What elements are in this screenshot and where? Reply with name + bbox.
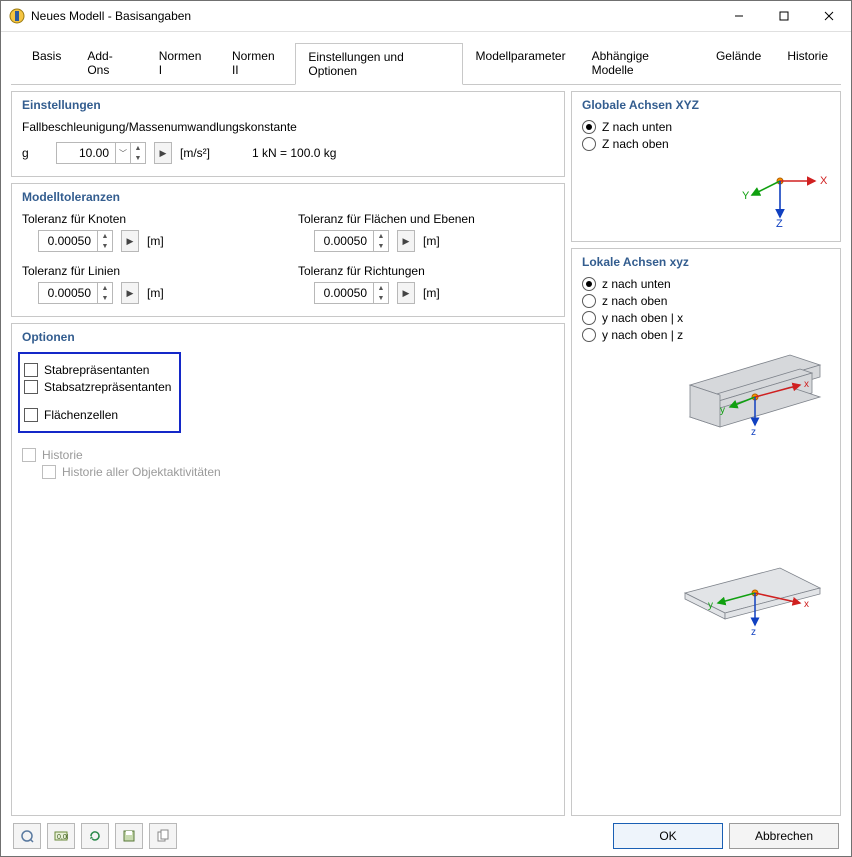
tab-add-ons[interactable]: Add-Ons: [74, 42, 145, 84]
tab-strip: BasisAdd-OnsNormen INormen IIEinstellung…: [1, 32, 851, 84]
ok-button[interactable]: OK: [613, 823, 723, 849]
checkbox-historie: Historie: [22, 448, 554, 462]
step-right-button[interactable]: ▶: [121, 282, 139, 304]
spin-down-icon[interactable]: ▼: [374, 293, 388, 303]
svg-text:Z: Z: [776, 218, 783, 229]
g-value-input[interactable]: 10.00 ﹀ ▲ ▼: [56, 142, 146, 164]
tolerance-linien: Toleranz für Linien0.00050▲▼▶[m]: [22, 264, 278, 304]
tolerance-linien-input[interactable]: 0.00050▲▼: [38, 282, 113, 304]
chevron-down-icon[interactable]: ﹀: [115, 143, 130, 163]
group-local-axes: Lokale Achsen xyz z nach unten z nach obe…: [571, 248, 841, 816]
local-axes-beam-diagram: x y z: [582, 345, 830, 435]
titlebar: Neues Modell - Basisangaben: [1, 1, 851, 32]
tab-abh-ngige-modelle[interactable]: Abhängige Modelle: [579, 42, 703, 84]
step-right-button[interactable]: ▶: [397, 230, 415, 252]
maximize-button[interactable]: [761, 1, 806, 31]
app-icon: [9, 8, 25, 24]
step-right-button[interactable]: ▶: [121, 230, 139, 252]
group-title: Modelltoleranzen: [22, 190, 554, 204]
group-einstellungen: Einstellungen Fallbeschleunigung/Massenu…: [11, 91, 565, 177]
tolerance-flaechen: Toleranz für Flächen und Ebenen0.00050▲▼…: [298, 212, 554, 252]
tolerance-flaechen-input[interactable]: 0.00050▲▼: [314, 230, 389, 252]
global-axis-option-0[interactable]: Z nach unten: [582, 120, 830, 134]
radio-icon: [582, 294, 596, 308]
minimize-button[interactable]: [716, 1, 761, 31]
checkbox-stabsatzrep[interactable]: Stabsatzrepräsentanten: [24, 380, 171, 394]
spin-up-icon[interactable]: ▲: [98, 231, 112, 241]
help-button[interactable]: [13, 823, 41, 849]
spin-up-icon[interactable]: ▲: [98, 283, 112, 293]
group-title: Globale Achsen XYZ: [582, 98, 830, 112]
radio-icon: [582, 328, 596, 342]
tab-gel-nde[interactable]: Gelände: [703, 42, 774, 84]
svg-text:z: z: [751, 427, 756, 435]
tolerance-knoten-input[interactable]: 0.00050▲▼: [38, 230, 113, 252]
radio-icon: [582, 120, 596, 134]
content-area: Einstellungen Fallbeschleunigung/Massenu…: [1, 85, 851, 816]
local-axis-option-3[interactable]: y nach oben | z: [582, 328, 830, 342]
load-default-button[interactable]: [149, 823, 177, 849]
group-optionen: Optionen Stabrepräsentanten Stabsatzrepr…: [11, 323, 565, 816]
units-button[interactable]: 0,00: [47, 823, 75, 849]
g-unit: [m/s²]: [180, 146, 210, 160]
svg-text:z: z: [751, 627, 756, 638]
dialog-window: Neues Modell - Basisangaben BasisAdd-Ons…: [0, 0, 852, 857]
tab-einstellungen-und-optionen[interactable]: Einstellungen und Optionen: [295, 43, 462, 85]
step-right-button[interactable]: ▶: [397, 282, 415, 304]
tab-historie[interactable]: Historie: [774, 42, 841, 84]
svg-text:y: y: [708, 600, 713, 611]
tab-normen-ii[interactable]: Normen II: [219, 42, 295, 84]
tolerance-knoten: Toleranz für Knoten0.00050▲▼▶[m]: [22, 212, 278, 252]
group-title: Optionen: [22, 330, 554, 344]
svg-text:0,00: 0,00: [57, 834, 68, 841]
spin-up-icon[interactable]: ▲: [374, 231, 388, 241]
spin-up-icon[interactable]: ▲: [131, 143, 145, 153]
tab-modellparameter[interactable]: Modellparameter: [463, 42, 579, 84]
save-default-button[interactable]: [115, 823, 143, 849]
local-axes-plate-diagram: x y z: [582, 553, 830, 643]
global-axes-diagram: X Y Z: [582, 159, 830, 229]
global-axis-option-1[interactable]: Z nach oben: [582, 137, 830, 151]
window-title: Neues Modell - Basisangaben: [31, 9, 191, 23]
radio-icon: [582, 137, 596, 151]
tolerance-richtungen-input[interactable]: 0.00050▲▼: [314, 282, 389, 304]
tab-basis[interactable]: Basis: [19, 42, 74, 84]
tab-normen-i[interactable]: Normen I: [146, 42, 219, 84]
spin-up-icon[interactable]: ▲: [374, 283, 388, 293]
cancel-button[interactable]: Abbrechen: [729, 823, 839, 849]
radio-icon: [582, 311, 596, 325]
svg-text:x: x: [804, 599, 809, 610]
footer: 0,00 OK Abbrechen: [1, 816, 851, 856]
radio-icon: [582, 277, 596, 291]
local-axis-option-0[interactable]: z nach unten: [582, 277, 830, 291]
svg-text:X: X: [820, 175, 828, 187]
step-right-button[interactable]: ▶: [154, 142, 172, 164]
spin-down-icon[interactable]: ▼: [98, 241, 112, 251]
checkbox-historie-sub: Historie aller Objektaktivitäten: [42, 465, 554, 479]
svg-text:y: y: [720, 405, 725, 416]
group-title: Lokale Achsen xyz: [582, 255, 830, 269]
g-symbol: g: [22, 146, 34, 160]
reset-button[interactable]: [81, 823, 109, 849]
conversion-text: 1 kN = 100.0 kg: [252, 146, 336, 160]
checkbox-flaechenzellen[interactable]: Flächenzellen: [24, 408, 171, 422]
svg-text:Y: Y: [742, 190, 750, 202]
spin-down-icon[interactable]: ▼: [374, 241, 388, 251]
tolerance-richtungen: Toleranz für Richtungen0.00050▲▼▶[m]: [298, 264, 554, 304]
gravity-label: Fallbeschleunigung/Massenumwandlungskons…: [22, 120, 554, 134]
svg-text:x: x: [804, 379, 809, 390]
checkbox-stabrep[interactable]: Stabrepräsentanten: [24, 363, 171, 377]
local-axis-option-2[interactable]: y nach oben | x: [582, 311, 830, 325]
local-axis-option-1[interactable]: z nach oben: [582, 294, 830, 308]
group-global-axes: Globale Achsen XYZ Z nach unten Z nach ob…: [571, 91, 841, 242]
spin-down-icon[interactable]: ▼: [98, 293, 112, 303]
group-modelltoleranzen: Modelltoleranzen Toleranz für Knoten0.00…: [11, 183, 565, 317]
spin-down-icon[interactable]: ▼: [131, 153, 145, 163]
close-button[interactable]: [806, 1, 851, 31]
highlighted-options: Stabrepräsentanten Stabsatzrepräsentante…: [18, 352, 181, 433]
group-title: Einstellungen: [22, 98, 554, 112]
